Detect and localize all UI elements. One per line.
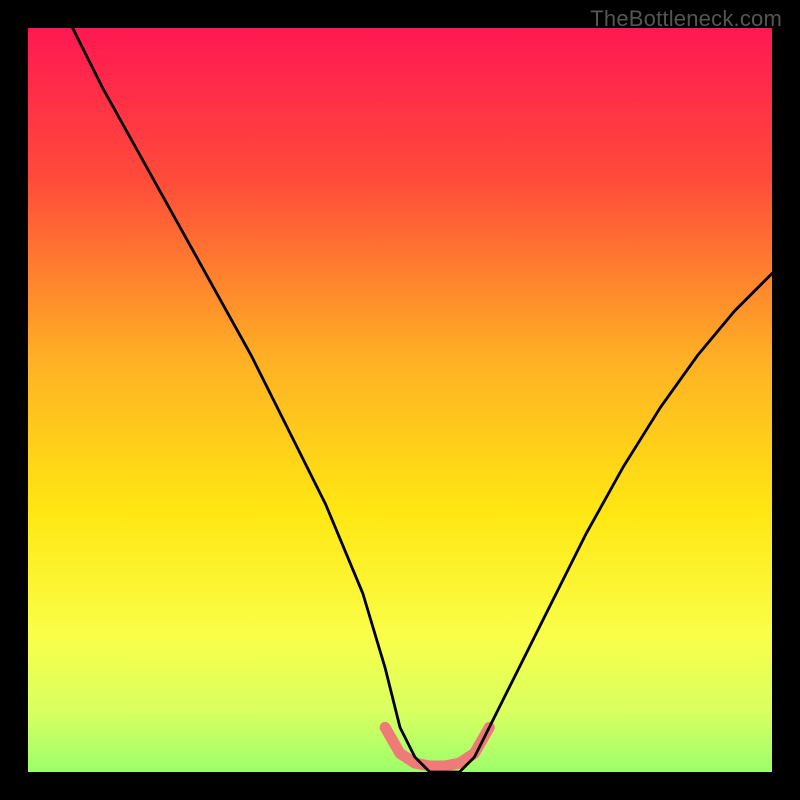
gradient-bg: [28, 28, 772, 772]
chart-canvas: [28, 28, 772, 772]
chart-frame: TheBottleneck.com: [0, 0, 800, 800]
watermark-label: TheBottleneck.com: [590, 6, 782, 32]
plot-container: [28, 28, 772, 772]
